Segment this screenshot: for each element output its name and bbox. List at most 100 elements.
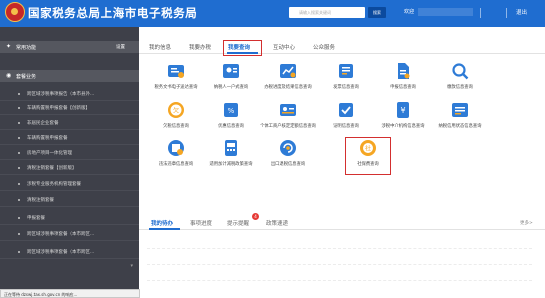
- sidebar-item[interactable]: 跨区域涉税事项报告（本市县外...: [0, 87, 139, 101]
- query-item-preferential[interactable]: % 优惠信息查询: [200, 101, 262, 141]
- sidebar-item[interactable]: 清税注销套餐【创新版】: [0, 161, 139, 175]
- business-packages-header[interactable]: ◉ 套餐业务: [0, 70, 139, 82]
- top-header: 国家税务总局上海市电子税务局 请输入搜索关键词 搜索 欢迎 退出: [0, 0, 545, 27]
- main-tabs: 我的信息 我要办税 我要查询 互动中心 公众服务: [139, 40, 545, 54]
- sidebar-item-label: 清税注销套餐【创新版】: [27, 166, 77, 171]
- sidebar-item[interactable]: 非居民企业套餐: [0, 116, 139, 130]
- package-icon: ◉: [6, 72, 12, 79]
- bullet-icon: [18, 250, 20, 253]
- list-item: [147, 251, 532, 265]
- query-item-certificate[interactable]: 证明信息查询: [315, 101, 377, 141]
- query-item-label: 税务文书电子送达查询: [154, 85, 198, 90]
- tab-policy-express[interactable]: 政策速递: [266, 219, 288, 227]
- query-item-progress[interactable]: 办税进度及结果信息查询: [257, 62, 319, 102]
- sidebar-item-label: 房地产项目一体化管理: [27, 151, 72, 156]
- tab-progress[interactable]: 事项进度: [190, 219, 212, 227]
- document-delivery-icon: [168, 65, 184, 78]
- invoice-icon: [339, 64, 353, 78]
- query-item-label: 缴款信息查询: [447, 85, 473, 90]
- tab-handle-tax[interactable]: 我要办税: [189, 43, 211, 51]
- query-item-export-rebate[interactable]: 出口退税信息查询: [257, 139, 319, 179]
- sidebar-item[interactable]: 车辆购置税申报套餐【创新版】: [0, 101, 139, 115]
- main-content: 我的信息 我要办税 我要查询 互动中心 公众服务 税务文书电子送达查询 纳税人一…: [139, 27, 545, 298]
- svg-text:%: %: [228, 107, 235, 115]
- preferential-icon: %: [224, 103, 238, 117]
- exit-link[interactable]: 退出: [516, 8, 527, 16]
- header-divider: [480, 8, 481, 18]
- bullet-icon: [18, 232, 20, 235]
- tab-public-service[interactable]: 公众服务: [313, 43, 335, 51]
- sidebar-item[interactable]: 房地产项目一体化管理: [0, 146, 139, 160]
- common-functions-title: 常用功能: [16, 45, 37, 51]
- sidebar-item-label: 涉税专业服务机构管理套餐: [27, 182, 81, 187]
- settings-link[interactable]: 设置: [116, 44, 125, 50]
- bullet-icon: [18, 198, 20, 201]
- search-button[interactable]: 搜索: [368, 7, 386, 18]
- query-item-label: 纳税信用状态信息查询: [438, 124, 482, 129]
- active-tab-underline: [227, 52, 258, 54]
- intermediary-icon: ¥: [397, 102, 409, 118]
- sidebar-item-label: 申报套餐: [27, 216, 45, 221]
- query-item-violation[interactable]: 违法违章信息查询: [145, 139, 207, 179]
- query-item-doc-delivery[interactable]: 税务文书电子送达查询: [145, 62, 207, 102]
- common-functions-header[interactable]: ✦ 常用功能 设置: [0, 41, 139, 53]
- query-item-taxpayer[interactable]: 纳税人一户式查询: [200, 62, 262, 102]
- list-item: [147, 235, 532, 249]
- tab-reminders[interactable]: 提示提醒: [227, 219, 249, 227]
- svg-text:社: 社: [365, 145, 371, 153]
- query-item-payment[interactable]: 缴款信息查询: [429, 62, 491, 102]
- sidebar: ✦ 常用功能 设置 ◉ 套餐业务 跨区域涉税事项报告（本市县外... 车辆购置税…: [0, 27, 139, 298]
- svg-text:¥: ¥: [400, 106, 405, 115]
- query-item-label: 欠税信息查询: [163, 124, 189, 129]
- scroll-down-icon[interactable]: ▾: [130, 263, 133, 269]
- tax-policy-icon: [225, 140, 237, 156]
- query-item-social-insurance[interactable]: 社 社保费查询: [337, 139, 399, 179]
- more-link[interactable]: 更多>: [520, 220, 533, 226]
- violation-icon: [168, 140, 184, 156]
- certificate-icon: [339, 103, 353, 117]
- query-item-credit[interactable]: 纳税信用状态信息查询: [429, 101, 491, 141]
- progress-result-icon: [280, 64, 296, 78]
- query-item-declaration[interactable]: 申报信息查询: [372, 62, 434, 102]
- query-item-label: 优惠信息查询: [218, 124, 244, 129]
- tab-interaction[interactable]: 互动中心: [273, 43, 295, 51]
- query-item-label: 出口退税信息查询: [270, 162, 306, 167]
- sidebar-item[interactable]: 申报套餐: [0, 211, 139, 225]
- tax-bureau-logo-icon: [5, 2, 25, 22]
- site-title: 国家税务总局上海市电子税务局: [28, 6, 198, 20]
- query-item-intermediary[interactable]: ¥ 涉税中介机构信息查询: [372, 101, 434, 141]
- svg-text:欠: 欠: [173, 107, 179, 115]
- credit-status-icon: [452, 103, 468, 117]
- social-insurance-icon: 社: [360, 140, 376, 156]
- sidebar-item[interactable]: 车辆购置税申报套餐: [0, 131, 139, 145]
- export-rebate-icon: [280, 140, 296, 156]
- declaration-icon: [398, 63, 410, 79]
- query-item-label: 适用加计减税政策查询: [209, 162, 253, 167]
- sidebar-item-label: 跨区域涉税事项套餐（本市跨区...: [27, 250, 95, 255]
- query-item-policy[interactable]: 适用加计减税政策查询: [200, 139, 262, 179]
- list-item: [147, 267, 532, 281]
- tab-my-todo[interactable]: 我的待办: [151, 219, 173, 227]
- query-item-label: 违法违章信息查询: [158, 162, 194, 167]
- query-item-individual[interactable]: 个体工商户核定定额信息查询: [257, 101, 319, 141]
- query-item-label: 办税进度及结果信息查询: [264, 85, 312, 90]
- query-item-label: 涉税中介机构信息查询: [381, 124, 425, 129]
- sidebar-item[interactable]: 清税注销套餐: [0, 193, 139, 207]
- query-item-label: 个体工商户核定定额信息查询: [260, 124, 316, 129]
- query-item-arrears[interactable]: 欠 欠税信息查询: [145, 101, 207, 141]
- search-input[interactable]: 请输入搜索关键词: [289, 7, 365, 18]
- bullet-icon: [18, 166, 20, 169]
- todo-tabs: 我的待办 事项进度 提示提醒 政策速递: [139, 216, 545, 230]
- sidebar-item-label: 非居民企业套餐: [27, 121, 59, 126]
- bullet-icon: [18, 151, 20, 154]
- sidebar-item[interactable]: 跨区域涉税事项套餐（本市跨区...: [0, 227, 139, 241]
- welcome-text: 欢迎: [404, 9, 415, 15]
- sidebar-item[interactable]: 跨区域涉税事项套餐（本市跨区...: [0, 245, 139, 259]
- tab-my-info[interactable]: 我的信息: [149, 43, 171, 51]
- query-item-label: 纳税人一户式查询: [213, 85, 249, 90]
- sidebar-item-label: 车辆购置税申报套餐【创新版】: [27, 106, 90, 111]
- search-placeholder: 请输入搜索关键词: [299, 9, 331, 15]
- query-item-invoice[interactable]: 发票信息查询: [315, 62, 377, 102]
- sidebar-item[interactable]: 涉税专业服务机构管理套餐: [0, 177, 139, 191]
- query-item-label: 发票信息查询: [333, 85, 359, 90]
